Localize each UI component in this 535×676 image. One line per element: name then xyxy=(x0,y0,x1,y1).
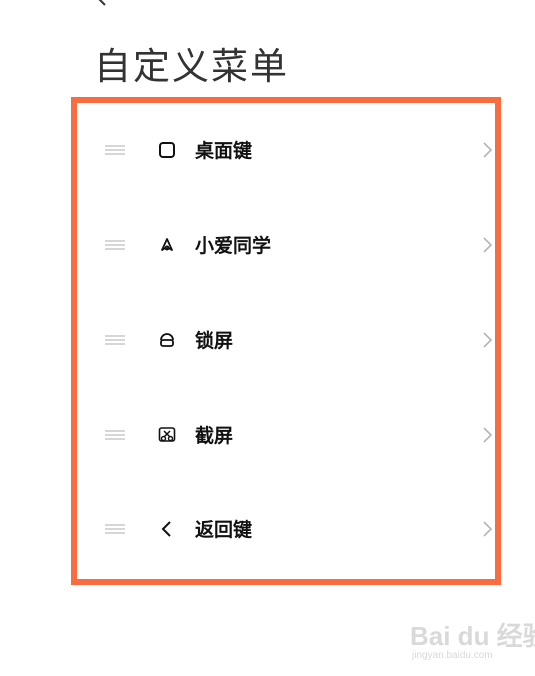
menu-item-screenshot[interactable]: 截屏 xyxy=(77,405,495,465)
watermark: Bai du 经验 jingyan.baidu.com xyxy=(410,616,535,666)
back-button[interactable] xyxy=(92,0,112,8)
menu-item-lock-screen[interactable]: 锁屏 xyxy=(77,310,495,370)
menu-item-label: 返回键 xyxy=(195,519,253,541)
watermark-logo: Bai du 经验 xyxy=(410,621,535,651)
lock-icon xyxy=(160,333,174,347)
xiaoai-icon xyxy=(161,238,173,251)
chevron-right-icon xyxy=(483,427,493,443)
drag-handle-icon[interactable] xyxy=(105,522,125,536)
menu-item-back-key[interactable]: 返回键 xyxy=(77,499,495,559)
menu-item-label: 截屏 xyxy=(195,425,234,447)
menu-item-label: 锁屏 xyxy=(195,330,234,352)
chevron-left-icon xyxy=(98,0,106,6)
chevron-left-icon xyxy=(161,521,171,537)
menu-item-home-key[interactable]: 桌面键 xyxy=(77,120,495,180)
drag-handle-icon[interactable] xyxy=(105,238,125,252)
menu-list: 桌面键 小爱同学 锁屏 截屏 返回键 xyxy=(77,103,495,579)
square-icon xyxy=(159,142,175,158)
page-title: 自定义菜单 xyxy=(94,45,289,88)
chevron-right-icon xyxy=(483,332,493,348)
watermark-url: jingyan.baidu.com xyxy=(412,650,493,661)
menu-item-label: 桌面键 xyxy=(195,140,253,162)
drag-handle-icon[interactable] xyxy=(105,428,125,442)
highlight-frame: 桌面键 小爱同学 锁屏 截屏 返回键 xyxy=(71,97,501,585)
chevron-right-icon xyxy=(483,237,493,253)
menu-item-xiaoai[interactable]: 小爱同学 xyxy=(77,215,495,275)
drag-handle-icon[interactable] xyxy=(105,333,125,347)
chevron-right-icon xyxy=(483,142,493,158)
chevron-right-icon xyxy=(483,521,493,537)
screenshot-icon xyxy=(158,427,176,442)
menu-item-label: 小爱同学 xyxy=(195,235,272,257)
drag-handle-icon[interactable] xyxy=(105,143,125,157)
